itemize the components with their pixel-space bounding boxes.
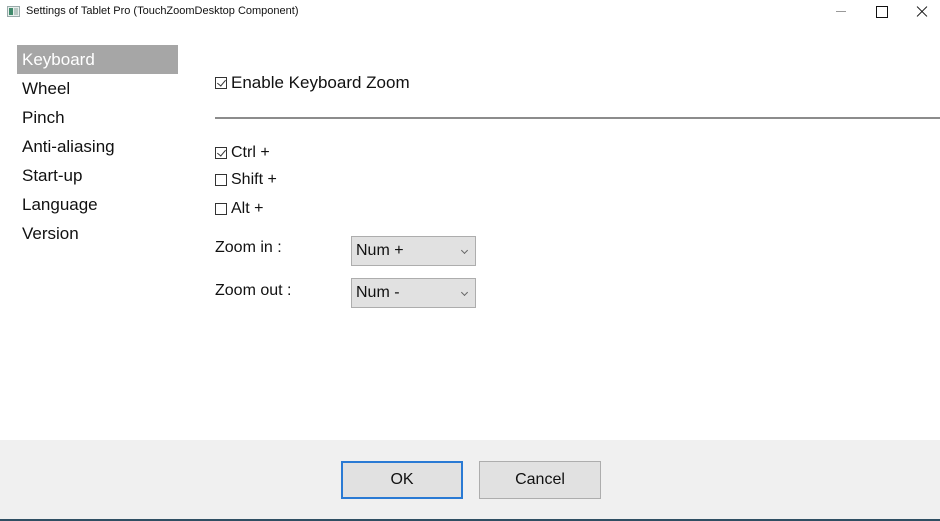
sidebar-item-pinch[interactable]: Pinch [17,103,178,132]
checkbox-unchecked-icon[interactable] [215,174,227,186]
sidebar-nav: Keyboard Wheel Pinch Anti-aliasing Start… [17,45,178,248]
separator [215,117,940,119]
alt-modifier-checkbox[interactable]: Alt + [215,200,263,218]
checkbox-checked-icon[interactable] [215,77,227,89]
chevron-down-icon [460,246,469,255]
sidebar-item-keyboard[interactable]: Keyboard [17,45,178,74]
dialog-footer: OK Cancel [0,440,940,521]
shift-modifier-checkbox[interactable]: Shift + [215,171,277,189]
shift-modifier-label: Shift + [231,171,277,188]
cancel-button[interactable]: Cancel [479,461,601,499]
sidebar-item-language[interactable]: Language [17,190,178,219]
ctrl-modifier-checkbox[interactable]: Ctrl + [215,144,270,162]
ok-button[interactable]: OK [341,461,463,499]
enable-keyboard-zoom-label: Enable Keyboard Zoom [231,73,410,92]
chevron-down-icon [460,288,469,297]
checkbox-unchecked-icon[interactable] [215,203,227,215]
checkbox-checked-icon[interactable] [215,147,227,159]
app-icon [7,6,20,17]
sidebar-item-wheel[interactable]: Wheel [17,74,178,103]
sidebar-item-anti-aliasing[interactable]: Anti-aliasing [17,132,178,161]
zoom-out-label: Zoom out : [215,282,292,299]
alt-modifier-label: Alt + [231,200,264,217]
zoom-in-select[interactable]: Num + [351,236,476,266]
sidebar-item-start-up[interactable]: Start-up [17,161,178,190]
ctrl-modifier-label: Ctrl + [231,144,270,161]
zoom-out-value: Num - [356,284,400,301]
zoom-in-label: Zoom in : [215,239,282,256]
sidebar-item-version[interactable]: Version [17,219,178,248]
title-bar: Settings of Tablet Pro (TouchZoomDesktop… [0,0,940,24]
enable-keyboard-zoom-checkbox[interactable]: Enable Keyboard Zoom [215,73,410,93]
close-icon[interactable] [898,0,940,24]
zoom-out-select[interactable]: Num - [351,278,476,308]
zoom-in-value: Num + [356,242,404,259]
window-title: Settings of Tablet Pro (TouchZoomDesktop… [26,5,299,17]
